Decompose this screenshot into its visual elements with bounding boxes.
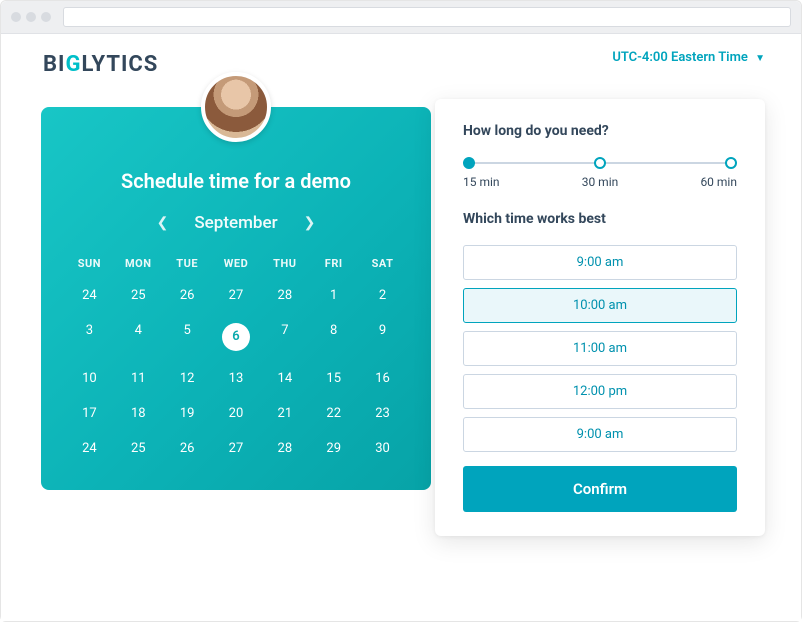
next-month-button[interactable]: ❯: [300, 211, 320, 235]
timezone-label: UTC-4:00 Eastern Time: [612, 50, 748, 65]
calendar-day[interactable]: 12: [163, 361, 212, 396]
calendar-day[interactable]: 6: [212, 313, 261, 361]
time-slot[interactable]: 11:00 am: [463, 331, 737, 366]
calendar-day[interactable]: 9: [358, 313, 407, 361]
time-slot[interactable]: 9:00 am: [463, 245, 737, 280]
calendar-title: Schedule time for a demo: [65, 169, 407, 193]
duration-heading: How long do you need?: [463, 123, 737, 139]
duration-option: 30 min: [582, 175, 619, 189]
calendar-day[interactable]: 3: [65, 313, 114, 361]
confirm-button[interactable]: Confirm: [463, 466, 737, 512]
calendar-day[interactable]: 26: [163, 431, 212, 466]
caret-down-icon: ▼: [755, 53, 765, 64]
calendar-day[interactable]: 26: [163, 278, 212, 313]
duration-labels: 15 min 30 min 60 min: [463, 175, 737, 189]
brand-text: BI: [43, 52, 65, 77]
timezone-selector[interactable]: UTC-4:00 Eastern Time ▼: [612, 50, 765, 65]
calendar-day[interactable]: 29: [309, 431, 358, 466]
calendar-day[interactable]: 20: [212, 396, 261, 431]
page-viewport: UTC-4:00 Eastern Time ▼ BIGLYTICS Schedu…: [1, 34, 801, 621]
calendar-day[interactable]: 22: [309, 396, 358, 431]
duration-slider[interactable]: [463, 157, 737, 169]
calendar-card: Schedule time for a demo ❮ September ❯ S…: [41, 107, 431, 490]
time-slot[interactable]: 10:00 am: [463, 288, 737, 323]
calendar-day[interactable]: 13: [212, 361, 261, 396]
content-stage: Schedule time for a demo ❮ September ❯ S…: [41, 79, 773, 490]
calendar-day[interactable]: 18: [114, 396, 163, 431]
time-slot-list: 9:00 am 10:00 am 11:00 am 12:00 pm 9:00 am: [463, 245, 737, 452]
dow-header: SAT: [358, 249, 407, 278]
dow-header: THU: [260, 249, 309, 278]
brand-accent: G: [65, 52, 81, 77]
calendar-day[interactable]: 27: [212, 278, 261, 313]
calendar-day[interactable]: 27: [212, 431, 261, 466]
calendar-day[interactable]: 10: [65, 361, 114, 396]
calendar-day[interactable]: 24: [65, 431, 114, 466]
calendar-day[interactable]: 28: [260, 431, 309, 466]
avatar: [201, 72, 271, 142]
window-dot: [11, 12, 21, 22]
calendar-day[interactable]: 1: [309, 278, 358, 313]
calendar-day[interactable]: 30: [358, 431, 407, 466]
prev-month-button[interactable]: ❮: [153, 211, 173, 235]
booking-panel: How long do you need? 15 min 30 min 60 m…: [435, 99, 765, 536]
calendar-day[interactable]: 16: [358, 361, 407, 396]
dow-header: SUN: [65, 249, 114, 278]
calendar-day[interactable]: 24: [65, 278, 114, 313]
calendar-day[interactable]: 4: [114, 313, 163, 361]
calendar-day[interactable]: 25: [114, 278, 163, 313]
calendar-grid: SUNMONTUEWEDTHUFRISAT2425262728123456789…: [65, 249, 407, 466]
calendar-day[interactable]: 8: [309, 313, 358, 361]
month-label: September: [194, 213, 277, 233]
duration-option: 15 min: [463, 175, 500, 189]
dow-header: FRI: [309, 249, 358, 278]
browser-frame: UTC-4:00 Eastern Time ▼ BIGLYTICS Schedu…: [0, 0, 802, 622]
window-controls: [11, 12, 55, 22]
calendar-day[interactable]: 5: [163, 313, 212, 361]
window-dot: [26, 12, 36, 22]
url-bar[interactable]: [63, 7, 791, 27]
duration-knob-30[interactable]: [594, 157, 606, 169]
time-slot[interactable]: 9:00 am: [463, 417, 737, 452]
calendar-day[interactable]: 21: [260, 396, 309, 431]
calendar-day[interactable]: 14: [260, 361, 309, 396]
calendar-day[interactable]: 7: [260, 313, 309, 361]
calendar-day[interactable]: 17: [65, 396, 114, 431]
duration-knob-60[interactable]: [725, 157, 737, 169]
calendar-day[interactable]: 11: [114, 361, 163, 396]
calendar-day[interactable]: 2: [358, 278, 407, 313]
time-slot[interactable]: 12:00 pm: [463, 374, 737, 409]
browser-chrome: [1, 1, 801, 34]
calendar-day[interactable]: 28: [260, 278, 309, 313]
time-heading: Which time works best: [463, 211, 737, 227]
calendar-day[interactable]: 23: [358, 396, 407, 431]
duration-knob-15[interactable]: [463, 157, 475, 169]
calendar-day[interactable]: 25: [114, 431, 163, 466]
dow-header: TUE: [163, 249, 212, 278]
month-switcher: ❮ September ❯: [65, 211, 407, 235]
window-dot: [41, 12, 51, 22]
brand-text: LYTICS: [81, 52, 158, 77]
dow-header: MON: [114, 249, 163, 278]
calendar-day[interactable]: 15: [309, 361, 358, 396]
dow-header: WED: [212, 249, 261, 278]
duration-option: 60 min: [700, 175, 737, 189]
calendar-day[interactable]: 19: [163, 396, 212, 431]
